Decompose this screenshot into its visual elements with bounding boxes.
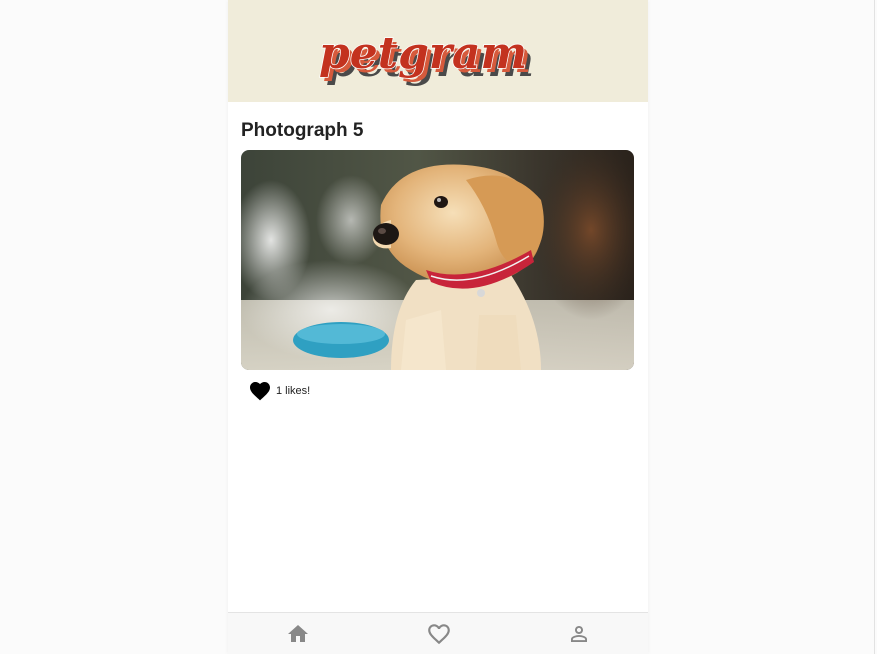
nav-profile[interactable] xyxy=(566,621,592,647)
like-button[interactable] xyxy=(248,379,272,403)
puppy-photo-graphic xyxy=(241,150,634,370)
heart-outline-icon xyxy=(427,623,450,644)
nav-favorites[interactable] xyxy=(426,621,452,647)
app-header: petgram petgram petgram petgram xyxy=(228,0,648,102)
home-icon xyxy=(288,624,308,642)
page-edge-divider xyxy=(874,0,875,654)
photo-title: Photograph 5 xyxy=(241,120,364,141)
app-container: petgram petgram petgram petgram Photogra… xyxy=(228,0,648,654)
petgram-logo-graphic: petgram petgram petgram xyxy=(318,27,534,87)
like-row: 1 likes! xyxy=(248,378,310,404)
petgram-logo[interactable]: petgram petgram petgram petgram xyxy=(314,24,564,88)
nav-home[interactable] xyxy=(285,621,311,647)
heart-filled-icon xyxy=(250,382,270,401)
logo-main-text: petgram xyxy=(319,28,527,79)
user-icon xyxy=(571,625,587,642)
photo-image[interactable] xyxy=(241,150,634,370)
like-count: 1 likes! xyxy=(276,385,311,397)
bottom-navbar xyxy=(228,612,648,654)
